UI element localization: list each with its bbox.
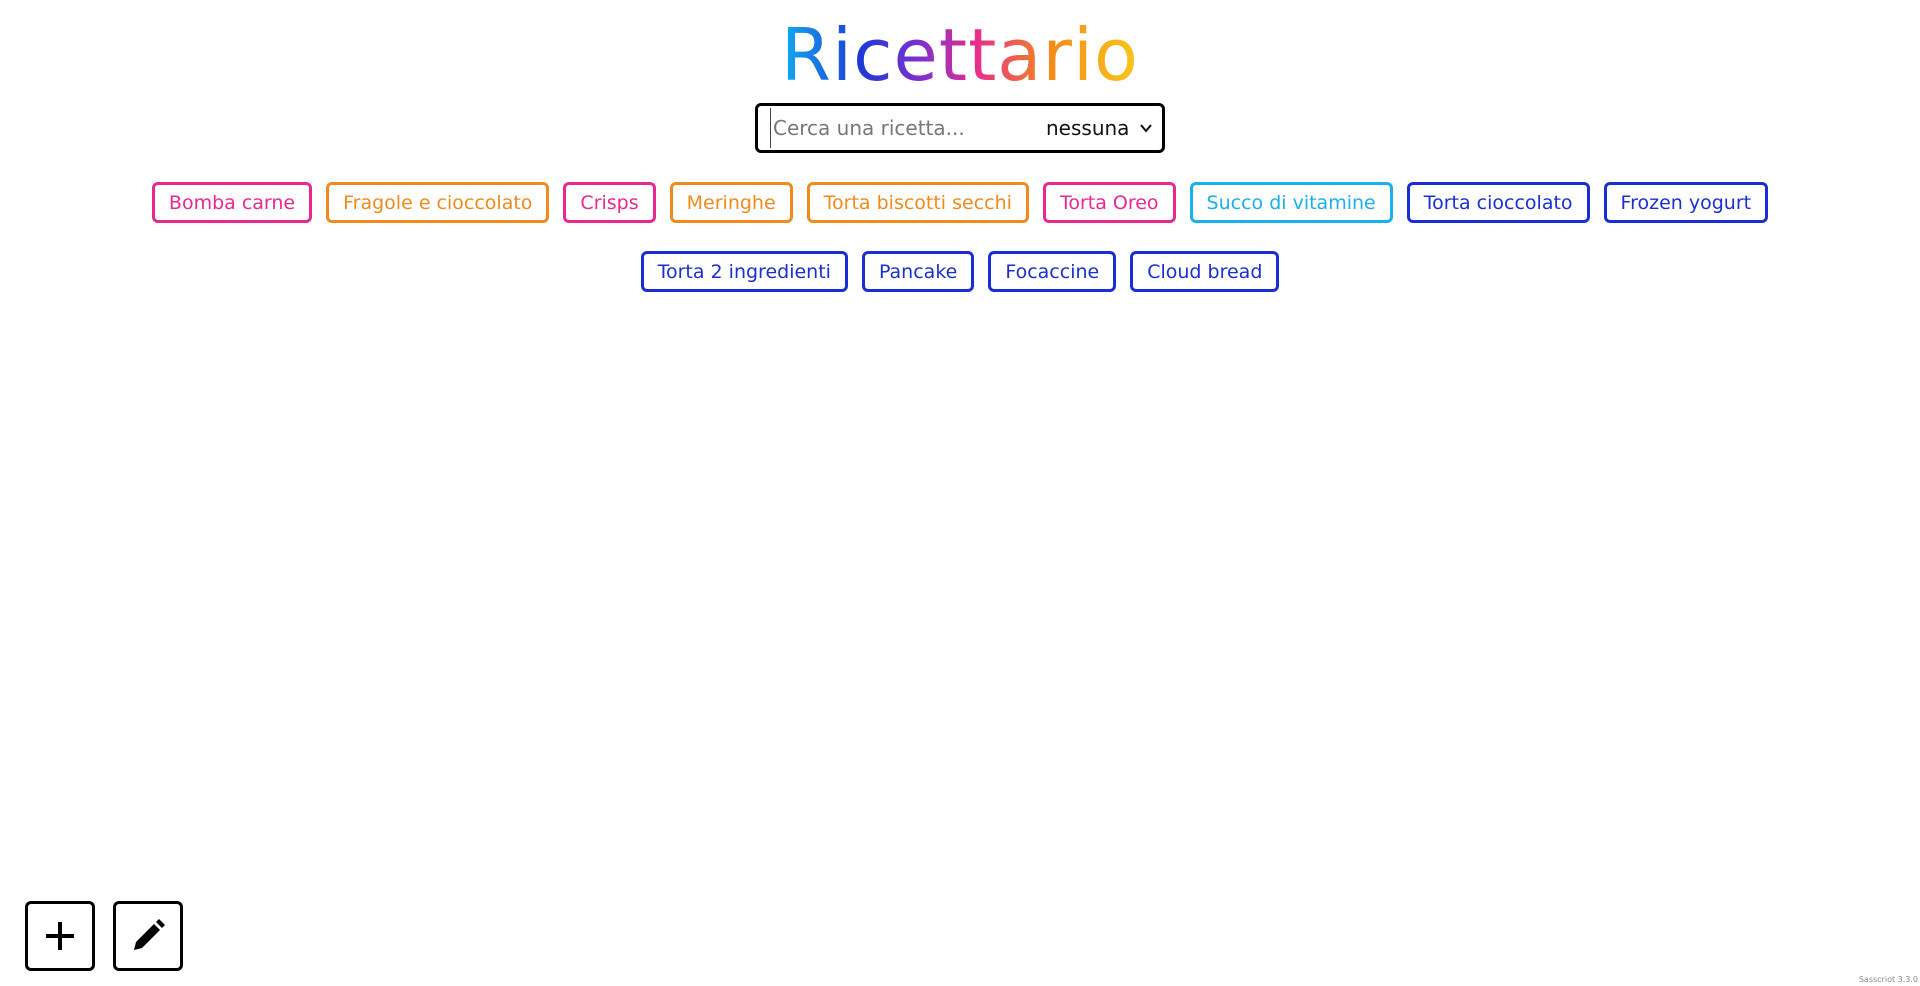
recipe-tag[interactable]: Torta Oreo xyxy=(1042,182,1176,223)
recipe-tag[interactable]: Torta 2 ingredienti xyxy=(640,251,848,292)
search-bar: nessuna xyxy=(755,103,1165,153)
filter-select[interactable]: nessuna xyxy=(1046,116,1153,140)
page: Ricettario nessuna Bomba carne Fragole e … xyxy=(0,0,1920,986)
recipe-tag[interactable]: Cloud bread xyxy=(1130,251,1280,292)
recipe-tag[interactable]: Pancake xyxy=(861,251,975,292)
recipe-tag[interactable]: Meringhe xyxy=(669,182,793,223)
chevron-down-icon xyxy=(1140,124,1153,133)
version-label: Sasscriot 3.3.0 xyxy=(1858,975,1918,984)
recipe-list: Bomba carne Fragole e cioccolato Crisps Mer… xyxy=(100,182,1820,292)
recipe-tag[interactable]: Crisps xyxy=(563,182,656,223)
edit-recipe-button[interactable] xyxy=(113,901,183,971)
page-title: Ricettario xyxy=(0,10,1920,100)
recipe-tag[interactable]: Succo di vitamine xyxy=(1189,182,1393,223)
add-recipe-button[interactable] xyxy=(25,901,95,971)
recipe-tag[interactable]: Torta cioccolato xyxy=(1406,182,1590,223)
search-input[interactable] xyxy=(770,108,1028,148)
pencil-icon xyxy=(134,919,165,950)
recipe-tag[interactable]: Fragole e cioccolato xyxy=(326,182,550,223)
recipe-tag[interactable]: Torta biscotti secchi xyxy=(806,182,1029,223)
recipe-tag[interactable]: Bomba carne xyxy=(151,182,313,223)
app-title: Ricettario xyxy=(780,13,1140,97)
recipe-tag[interactable]: Focaccine xyxy=(988,251,1117,292)
filter-select-value: nessuna xyxy=(1046,116,1130,140)
recipe-tag[interactable]: Frozen yogurt xyxy=(1603,182,1769,223)
plus-icon xyxy=(46,922,74,950)
